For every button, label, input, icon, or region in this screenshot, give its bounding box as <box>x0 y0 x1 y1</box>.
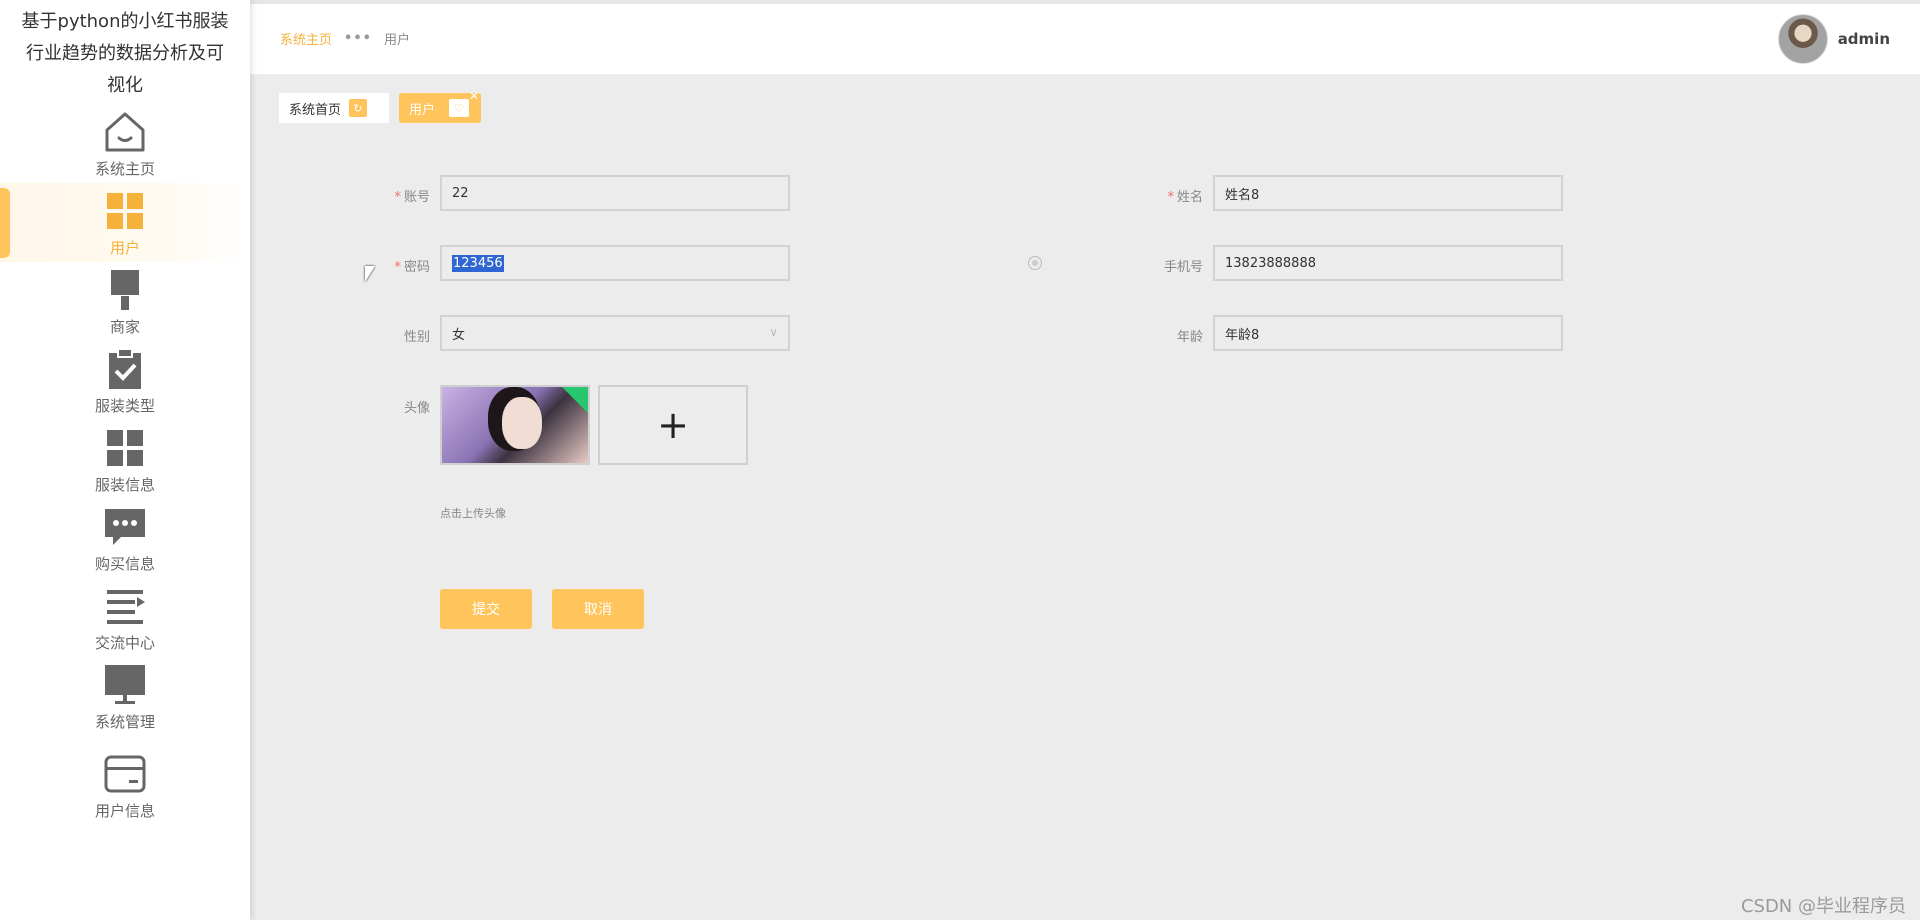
sidebar-item-label: 用户信息 <box>94 802 155 820</box>
sidebar-item-label: 交流中心 <box>94 634 155 652</box>
submit-button[interactable]: 提交 <box>440 589 532 629</box>
app-title: 基于python的小红书服装行业趋势的数据分析及可视化 <box>21 11 229 96</box>
chevron-down-icon: ∨ <box>769 325 778 339</box>
sidebar-item-system[interactable]: 系统管理 <box>0 657 250 736</box>
card-icon <box>104 755 146 793</box>
sidebar-item-merchant[interactable]: 商家 <box>0 262 250 341</box>
sidebar-item-label: 商家 <box>109 318 140 336</box>
home-icon <box>105 112 145 152</box>
gender-label: 性别 <box>403 330 430 345</box>
sidebar-item-label: 购买信息 <box>94 555 155 573</box>
clipboard-check-icon <box>109 348 141 389</box>
phone-input[interactable]: 13823888888 <box>1213 245 1563 281</box>
avatar-photo <box>502 397 542 449</box>
name-label: * 姓名 <box>1167 190 1203 205</box>
sidebar-item-label: 系统管理 <box>94 713 155 731</box>
sidebar-item-label: 服装信息 <box>94 476 155 494</box>
eye-icon[interactable] <box>1028 256 1042 270</box>
sidebar-item-label: 用户 <box>109 239 140 257</box>
sidebar-item-home[interactable]: 系统主页 <box>0 104 250 183</box>
password-label: * 密码 <box>394 260 430 275</box>
chat-icon <box>105 509 145 545</box>
sidebar-item-label: 服装类型 <box>94 397 155 415</box>
upload-success-badge <box>562 387 588 413</box>
sidebar: 基于python的小红书服装行业趋势的数据分析及可视化 系统主页 用户 商家 服… <box>0 0 250 920</box>
sidebar-item-users[interactable]: 用户 <box>0 183 250 262</box>
password-input[interactable]: 123456 <box>440 245 790 281</box>
upload-hint: 点击上传头像 <box>440 507 506 520</box>
avatar-preview[interactable] <box>440 385 590 465</box>
age-input[interactable]: 年龄8 <box>1213 315 1563 351</box>
sidebar-item-clothing-info[interactable]: 服装信息 <box>0 420 250 499</box>
gender-select[interactable]: 女 ∨ <box>440 315 790 351</box>
cancel-button[interactable]: 取消 <box>552 589 644 629</box>
phone-label: 手机号 <box>1163 260 1203 275</box>
monitor-icon <box>105 665 145 704</box>
grid-icon <box>107 193 143 229</box>
age-label: 年龄 <box>1176 330 1203 345</box>
sidebar-item-clothing-type[interactable]: 服装类型 <box>0 341 250 420</box>
grid-icon <box>107 430 143 466</box>
list-icon <box>107 590 145 624</box>
avatar-label: 头像 <box>403 401 430 416</box>
name-input[interactable]: 姓名8 <box>1213 175 1563 211</box>
account-input[interactable]: 22 <box>440 175 790 211</box>
account-label: * 账号 <box>394 190 430 205</box>
plus-icon: + <box>657 403 689 447</box>
avatar-upload-button[interactable]: + <box>598 385 748 465</box>
sidebar-item-forum[interactable]: 交流中心 <box>0 578 250 657</box>
mouse-cursor-icon <box>365 266 375 282</box>
brush-icon <box>111 270 139 310</box>
sidebar-item-user-info[interactable]: 用户信息 <box>0 746 250 825</box>
sidebar-item-purchase[interactable]: 购买信息 <box>0 499 250 578</box>
watermark: CSDN @毕业程序员 <box>1740 896 1906 917</box>
sidebar-item-label: 系统主页 <box>94 160 155 178</box>
